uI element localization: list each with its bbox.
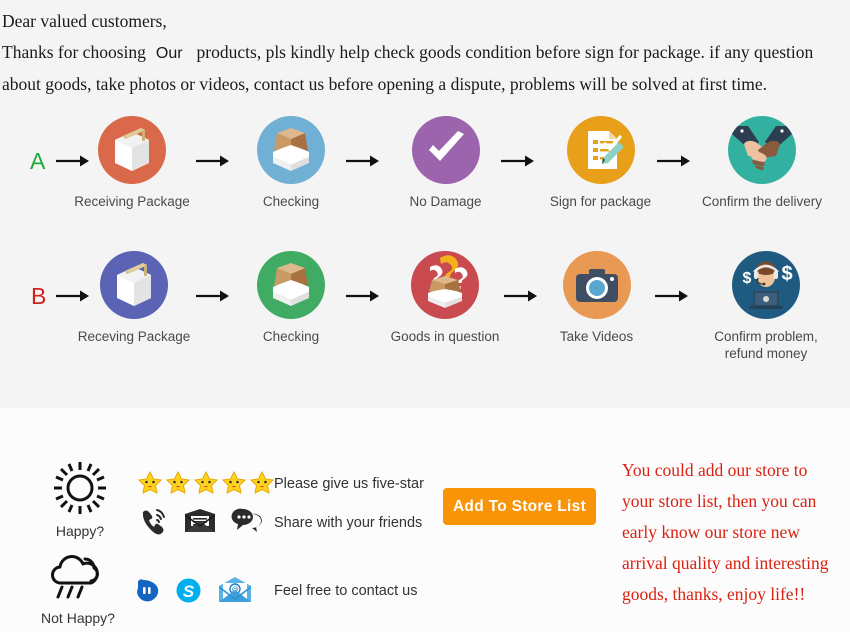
svg-text:S: S: [183, 582, 195, 601]
share-message: Share with your friends: [274, 515, 423, 531]
happy-block: Happy?: [25, 460, 135, 539]
arrow-icon: [346, 289, 380, 303]
sun-icon: [54, 462, 106, 514]
flow-step-b-2: Checking: [236, 251, 346, 345]
sealed-box-icon: [100, 251, 168, 319]
signed-document-icon: [566, 116, 635, 184]
arrow-icon: [657, 154, 691, 168]
phone-ringing-icon[interactable]: [137, 506, 169, 536]
star-icon[interactable]: [249, 470, 275, 496]
promo-text-block: You could add our store to your store li…: [622, 455, 847, 610]
intro-line-2-before: Thanks for choosing: [2, 42, 146, 62]
envelope-icon[interactable]: [183, 508, 217, 534]
sealed-box-icon: [98, 116, 166, 184]
open-box-icon: [257, 251, 325, 319]
arrow-icon: [501, 154, 535, 168]
intro-our-word: Our: [155, 45, 183, 62]
contact-icons-top[interactable]: [137, 506, 265, 536]
arrow-icon: [346, 154, 380, 168]
row-label-a: A: [30, 148, 46, 174]
not-happy-label: Not Happy?: [41, 610, 115, 626]
flow-step-a-1: Receiving Package: [62, 116, 202, 210]
flow-row-b: B Receving Package Checking Goods in que…: [0, 243, 850, 383]
happy-label: Happy?: [55, 523, 105, 539]
five-star-message: Please give us five-star: [274, 476, 424, 492]
star-icon[interactable]: [137, 470, 163, 496]
flow-step-label: No Damage: [409, 194, 482, 209]
rain-cloud-icon: [51, 555, 99, 599]
process-flow-section: A Receiving Package Checking No Damage S…: [0, 108, 850, 408]
promo-line-1: You could add our store to: [622, 460, 808, 480]
intro-line-2-after: products, pls kindly help check goods co…: [196, 42, 814, 62]
arrow-icon: [655, 289, 689, 303]
intro-line-1: Dear valued customers,: [2, 11, 167, 31]
flow-row-a: A Receiving Package Checking No Damage S…: [0, 108, 850, 248]
flow-step-label: Confirm the delivery: [701, 194, 823, 209]
promo-line-4: arrival quality and interesting: [622, 553, 829, 573]
star-rating[interactable]: [137, 470, 277, 496]
arrow-icon: [504, 289, 538, 303]
flow-step-a-2: Checking: [236, 116, 346, 210]
promo-banner: Dear valued customers, Thanks for choosi…: [0, 0, 850, 632]
flow-step-b-5: $ $ Confirm problem, refund money: [692, 251, 840, 362]
flow-step-b-3: Goods in question: [385, 251, 505, 345]
not-happy-block: Not Happy?: [23, 553, 133, 626]
row-label-b: B: [31, 283, 47, 309]
email-icon[interactable]: @: [217, 576, 253, 604]
intro-line-3: about goods, take photos or videos, cont…: [2, 74, 767, 94]
checkmark-icon: [411, 116, 480, 184]
flow-step-label: Goods in question: [390, 329, 500, 344]
flow-step-a-4: Sign for package: [538, 116, 663, 210]
promo-line-5: goods, thanks, enjoy life!!: [622, 584, 806, 604]
star-icon[interactable]: [165, 470, 191, 496]
flow-step-label: Sign for package: [549, 194, 652, 209]
intro-line-2: Thanks for choosing Our products, pls kind…: [2, 37, 848, 69]
contact-icons-bottom[interactable]: S @: [134, 576, 253, 604]
flow-step-a-5: Confirm the delivery: [692, 116, 832, 210]
star-icon[interactable]: [193, 470, 219, 496]
add-to-store-list-button[interactable]: Add To Store List: [443, 488, 596, 525]
promo-line-2: your store list, then you can: [622, 491, 817, 511]
promo-line-3: early know our store new: [622, 522, 800, 542]
flow-step-label: Confirm problem, refund money: [714, 329, 818, 361]
flow-step-label: Checking: [262, 329, 320, 344]
flow-step-label: Receving Package: [77, 329, 191, 344]
arrow-icon: [196, 289, 230, 303]
svg-text:$: $: [743, 270, 752, 287]
flow-step-label: Receiving Package: [74, 194, 190, 209]
contact-message: Feel free to contact us: [274, 583, 418, 599]
support-agent-icon: $ $: [732, 251, 800, 319]
flow-step-b-4: Take Videos: [544, 251, 649, 345]
svg-text:$: $: [781, 263, 792, 285]
arrow-icon: [196, 154, 230, 168]
camera-icon: [562, 251, 631, 319]
flow-step-b-1: Receving Package: [64, 251, 204, 345]
open-box-icon: [257, 116, 325, 184]
flow-step-label: Take Videos: [559, 329, 634, 344]
flow-step-a-3: No Damage: [388, 116, 503, 210]
skype-icon[interactable]: S: [175, 577, 202, 604]
flow-step-label: Checking: [262, 194, 320, 209]
question-box-icon: [411, 251, 479, 319]
star-icon[interactable]: [221, 470, 247, 496]
chat-bubble-icon[interactable]: [231, 507, 265, 535]
aliwangwang-icon[interactable]: [134, 577, 160, 603]
handshake-icon: [728, 116, 796, 184]
intro-text-block: Dear valued customers, Thanks for choosi…: [0, 0, 850, 108]
